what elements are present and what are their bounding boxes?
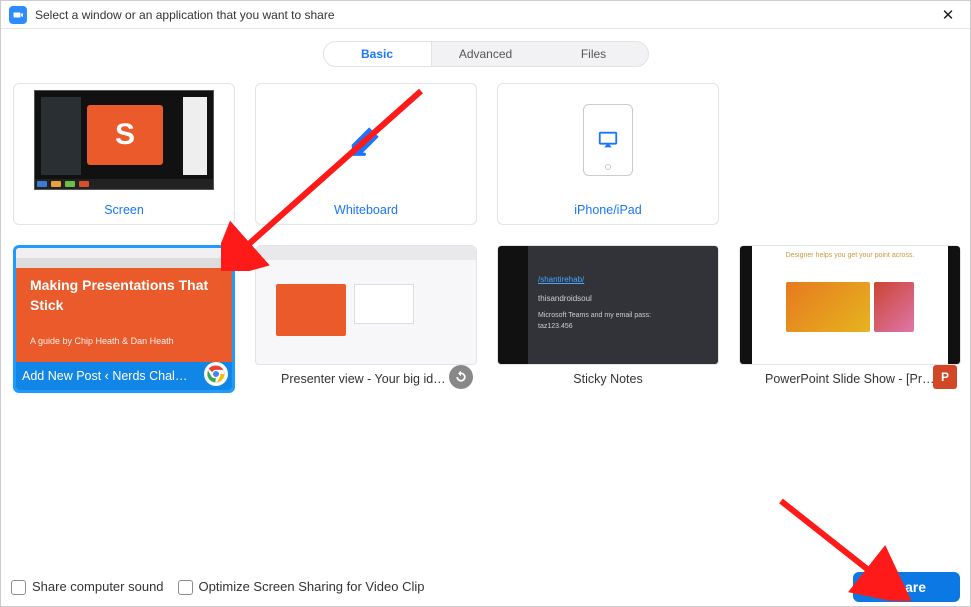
window-thumbnail [256,246,476,364]
window-thumbnail: Making Presentations That Stick A guide … [16,248,232,362]
share-option-window-stickynotes[interactable]: /shantirehab/ thisandroidsoul Microsoft … [497,245,719,393]
tab-advanced[interactable]: Advanced [432,42,540,66]
tab-files[interactable]: Files [540,42,648,66]
share-option-window-presenter[interactable]: Presenter view - Your big idea - G… [255,245,477,393]
share-option-screen[interactable]: S Screen [13,83,235,225]
share-option-label: Add New Post ‹ Nerds Chalk — … [22,369,192,383]
share-option-whiteboard[interactable]: Whiteboard [255,83,477,225]
chrome-icon [204,362,228,386]
powerpoint-icon: P [933,365,957,389]
share-option-label: PowerPoint Slide Show - [Present… [765,372,935,386]
tab-basic[interactable]: Basic [324,42,432,66]
share-option-iphone-ipad[interactable]: iPhone/iPad [497,83,719,225]
checkbox-icon [11,580,26,595]
share-option-label: Presenter view - Your big idea - G… [281,372,451,386]
window-title: Select a window or an application that y… [35,8,934,22]
titlebar: Select a window or an application that y… [1,1,970,29]
checkbox-icon [178,580,193,595]
sync-icon [449,365,473,389]
footer: Share computer sound Optimize Screen Sha… [1,568,970,606]
share-option-label: Whiteboard [256,196,476,224]
checkbox-share-sound[interactable]: Share computer sound [11,579,164,595]
share-option-window-powerpoint[interactable]: Designer helps you get your point across… [739,245,961,393]
device-icon [583,104,633,176]
share-option-window-chrome[interactable]: Making Presentations That Stick A guide … [13,245,235,393]
checkbox-optimize-video[interactable]: Optimize Screen Sharing for Video Clip [178,579,425,595]
tab-bar: Basic Advanced Files [1,29,970,75]
pencil-icon [347,121,385,159]
share-option-label: iPhone/iPad [498,196,718,224]
close-icon[interactable]: ✕ [934,6,962,24]
window-thumbnail: Designer helps you get your point across… [740,246,960,364]
airplay-icon [597,129,619,151]
share-button[interactable]: Share [853,572,960,602]
share-option-label: Screen [14,196,234,224]
share-options-grid: S Screen Whiteboard iPhone/iPad [1,75,970,401]
zoom-app-icon [9,6,27,24]
share-option-label: Sticky Notes [573,372,642,386]
window-thumbnail: /shantirehab/ thisandroidsoul Microsoft … [498,246,718,364]
screen-thumbnail: S [34,90,214,190]
